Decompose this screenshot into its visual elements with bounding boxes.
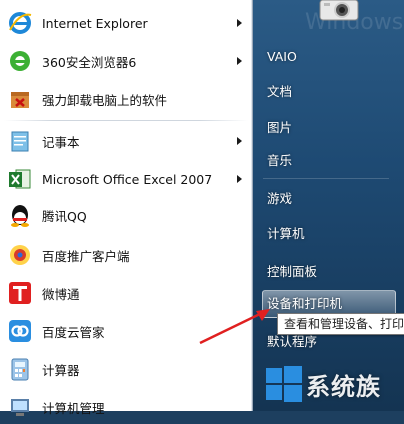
right-item-games[interactable]: 游戏 (267, 188, 292, 210)
tooltip: 查看和管理设备、打印 (277, 313, 404, 335)
right-item-vaio[interactable]: VAIO (267, 46, 297, 68)
camera-icon (319, 0, 359, 21)
360-browser-icon (6, 47, 34, 75)
submenu-arrow-icon[interactable] (237, 137, 242, 145)
program-item-uninstaller[interactable]: 强力卸载电脑上的软件 (0, 82, 252, 116)
program-list: Internet Explorer 360安全浏览器6 强力卸载电脑上的软件 记… (0, 0, 253, 416)
baidu-promotion-icon (6, 241, 34, 269)
program-label: 计算机管理 (42, 400, 105, 416)
annotation-arrow-icon (199, 309, 270, 345)
right-item-devices-and-printers[interactable]: 设备和打印机 (267, 293, 342, 315)
right-item-documents[interactable]: 文档 (267, 81, 292, 103)
separator (263, 178, 389, 179)
excel-icon (6, 165, 34, 193)
program-label: 360安全浏览器6 (42, 54, 137, 70)
program-item-excel[interactable]: Microsoft Office Excel 2007 (0, 162, 252, 196)
watermark-text: 系统族 (306, 373, 381, 401)
program-label: Internet Explorer (42, 15, 148, 31)
program-item-internet-explorer[interactable]: Internet Explorer (0, 6, 252, 40)
program-item-computer-management[interactable]: 计算机管理 (0, 390, 252, 424)
program-label: 百度云管家 (42, 324, 105, 340)
program-item-notepad[interactable]: 记事本 (0, 124, 252, 158)
notepad-icon (6, 127, 34, 155)
right-item-pictures[interactable]: 图片 (267, 117, 292, 139)
program-item-calculator[interactable]: 计算器 (0, 352, 252, 386)
program-item-qq[interactable]: 腾讯QQ (0, 198, 252, 232)
program-item-baidu-promotion[interactable]: 百度推广客户端 (0, 238, 252, 272)
submenu-arrow-icon[interactable] (237, 175, 242, 183)
computer-management-icon (6, 393, 34, 421)
submenu-arrow-icon[interactable] (237, 19, 242, 27)
calculator-icon (6, 355, 34, 383)
program-item-360-browser[interactable]: 360安全浏览器6 (0, 44, 252, 78)
program-label: Microsoft Office Excel 2007 (42, 171, 213, 187)
program-label: 强力卸载电脑上的软件 (42, 92, 168, 108)
weibotong-icon (6, 279, 34, 307)
program-label: 腾讯QQ (42, 208, 87, 224)
submenu-arrow-icon[interactable] (237, 57, 242, 65)
right-item-computer[interactable]: 计算机 (267, 223, 305, 245)
right-item-music[interactable]: 音乐 (267, 150, 292, 172)
program-label: 记事本 (42, 134, 80, 150)
program-label: 微博通 (42, 286, 80, 302)
qq-icon (6, 201, 34, 229)
ie-icon (6, 9, 34, 37)
uninstall-icon (6, 85, 34, 113)
program-label: 百度推广客户端 (42, 248, 130, 264)
right-item-control-panel[interactable]: 控制面板 (267, 261, 317, 283)
separator (4, 120, 248, 121)
baidu-cloud-icon (6, 317, 34, 345)
program-label: 计算器 (42, 362, 80, 378)
